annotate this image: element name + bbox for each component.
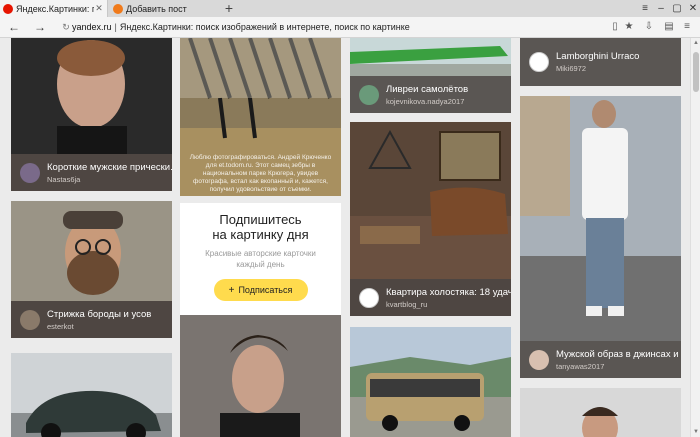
avatar xyxy=(20,162,40,183)
scroll-down-arrow-icon[interactable]: ▼ xyxy=(691,427,700,437)
card-user[interactable]: kojevnikova.nadya2017 xyxy=(386,97,468,106)
subscribe-title: Подпишитесь на картинку дня xyxy=(180,212,341,242)
card-title[interactable]: Lamborghini Urraco xyxy=(556,51,639,62)
card-footer: Мужской образ в джинсах и ... tanyawas20… xyxy=(520,341,681,378)
card-footer: Квартира холостяка: 18 удач... kvartblog… xyxy=(350,279,511,316)
card-user[interactable]: Miki6972 xyxy=(556,64,639,73)
card-title[interactable]: Квартира холостяка: 18 удач... xyxy=(386,287,511,298)
card-user[interactable]: kvartblog_ru xyxy=(386,300,511,309)
man-portrait-photo xyxy=(180,315,341,437)
reader-mode-icon[interactable]: ▯ xyxy=(608,20,622,34)
image-feed: Короткие мужские прически... Nastas6ja С… xyxy=(0,38,700,437)
address-bar: ← → ↻ yandex.ru | Яндекс.Картинки: поиск… xyxy=(0,17,700,38)
tab-title: Добавить пост xyxy=(126,3,187,14)
card-user[interactable]: tanyawas2017 xyxy=(556,362,681,371)
avatar xyxy=(359,84,379,105)
page-scrollbar[interactable]: ▲ ▼ xyxy=(690,38,700,437)
scrollbar-thumb[interactable] xyxy=(693,52,699,92)
scroll-up-arrow-icon[interactable]: ▲ xyxy=(691,38,700,48)
plus-icon: + xyxy=(228,284,235,296)
airplane-photo xyxy=(350,38,511,76)
tab-strip: Яндекс.Картинки: поиск ✕ Добавить пост +… xyxy=(0,0,700,17)
card-car[interactable] xyxy=(11,353,172,437)
card-title[interactable]: Мужской образ в джинсах и ... xyxy=(556,349,681,360)
bookmark-star-icon[interactable]: ★ xyxy=(622,20,636,34)
subscribe-title-line1: Подпишитесь xyxy=(219,212,302,227)
card-user[interactable]: Nastas6ja xyxy=(47,175,172,184)
subscribe-button[interactable]: + Подписаться xyxy=(213,279,308,301)
tab-title: Яндекс.Картинки: поиск xyxy=(16,3,94,14)
zebra-caption: Люблю фотографироваться. Андрей Крюченко… xyxy=(189,154,332,193)
url-page-title: Яндекс.Картинки: поиск изображений в инт… xyxy=(119,22,410,32)
yandex-favicon-icon xyxy=(3,3,13,14)
card-short-hairstyles[interactable]: Короткие мужские прически... Nastas6ja xyxy=(11,38,172,191)
avatar xyxy=(20,309,40,330)
close-window-icon[interactable]: ✕ xyxy=(686,0,700,17)
interior-photo xyxy=(350,122,511,279)
subscribe-description: Красивые авторские карточки каждый день xyxy=(205,249,316,269)
card-user[interactable]: esterkot xyxy=(47,322,151,331)
downloads-icon[interactable]: ⇩ xyxy=(642,20,656,34)
man-portrait-photo xyxy=(11,38,172,154)
tab-add-post[interactable]: Добавить пост xyxy=(109,0,217,17)
card-title[interactable]: Ливреи самолётов xyxy=(386,84,468,95)
url-field[interactable]: ↻ yandex.ru | Яндекс.Картинки: поиск изо… xyxy=(60,19,615,35)
minimize-icon[interactable]: – xyxy=(654,0,668,17)
back-arrow-icon[interactable]: ← xyxy=(6,19,22,35)
url-separator: | xyxy=(114,22,117,32)
card-footer: Стрижка бороды и усов esterkot xyxy=(11,301,172,338)
subscribe-button-label: Подписаться xyxy=(238,285,293,295)
url-domain: yandex.ru xyxy=(72,22,112,32)
card-bus[interactable] xyxy=(350,327,511,437)
man-portrait-photo xyxy=(520,388,681,437)
card-title[interactable]: Короткие мужские прически... xyxy=(47,162,172,173)
extensions-icon[interactable]: ▤ xyxy=(662,20,676,34)
card-footer: Короткие мужские прически... Nastas6ja xyxy=(11,154,172,191)
bus-photo xyxy=(350,327,511,437)
card-lamborghini[interactable]: Lamborghini Urraco Miki6972 xyxy=(520,38,681,86)
reload-icon[interactable]: ↻ xyxy=(60,19,72,35)
card-footer: Lamborghini Urraco Miki6972 xyxy=(520,38,681,86)
card-man-portrait-2[interactable] xyxy=(180,315,341,437)
new-tab-plus-icon[interactable]: + xyxy=(222,0,236,17)
tab-close-icon[interactable]: ✕ xyxy=(94,3,104,14)
card-jeans-look[interactable]: Мужской образ в джинсах и ... tanyawas20… xyxy=(520,96,681,378)
card-footer: Ливреи самолётов kojevnikova.nadya2017 xyxy=(350,76,511,113)
tab-yandex-images[interactable]: Яндекс.Картинки: поиск ✕ xyxy=(0,0,108,17)
maximize-icon[interactable]: ▢ xyxy=(670,0,684,17)
street-style-photo xyxy=(520,96,681,341)
avatar xyxy=(529,349,549,370)
bearded-man-photo xyxy=(11,201,172,301)
card-aircraft-liveries[interactable]: Ливреи самолётов kojevnikova.nadya2017 xyxy=(350,38,511,113)
car-photo xyxy=(11,353,172,437)
subscribe-title-line2: на картинку дня xyxy=(212,227,309,242)
avatar xyxy=(359,287,379,308)
card-bachelor-apartment[interactable]: Квартира холостяка: 18 удач... kvartblog… xyxy=(350,122,511,316)
card-zebra[interactable]: Люблю фотографироваться. Андрей Крюченко… xyxy=(180,38,341,196)
orange-favicon-icon xyxy=(113,3,123,14)
tabs-menu-icon[interactable]: ≡ xyxy=(638,0,652,17)
menu-icon[interactable]: ≡ xyxy=(680,20,694,34)
avatar xyxy=(529,52,549,72)
card-man-portrait-3[interactable] xyxy=(520,388,681,437)
card-beard-trim[interactable]: Стрижка бороды и усов esterkot xyxy=(11,201,172,338)
forward-arrow-icon[interactable]: → xyxy=(32,19,48,35)
card-title[interactable]: Стрижка бороды и усов xyxy=(47,309,151,320)
